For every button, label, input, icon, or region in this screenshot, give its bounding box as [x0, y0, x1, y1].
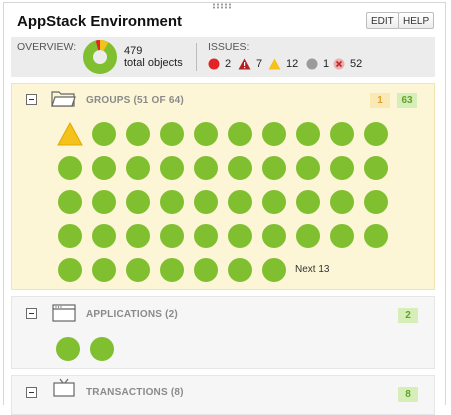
group-status-dot[interactable] [160, 190, 184, 214]
group-status-dot[interactable] [296, 156, 320, 180]
group-status-dot[interactable] [126, 258, 150, 282]
monitor-icon [53, 378, 75, 397]
application-status-dot[interactable] [90, 337, 114, 361]
issue-unknown[interactable]: 1 [306, 57, 329, 70]
group-status-dot[interactable] [194, 122, 218, 146]
issue-unreachable[interactable]: 52 [333, 57, 362, 70]
transactions-collapse-button[interactable] [26, 387, 37, 398]
issue-critical[interactable]: 2 [208, 57, 231, 70]
transactions-ok-badge[interactable]: 8 [398, 387, 418, 402]
group-status-dot[interactable] [126, 224, 150, 248]
overview-bar: OVERVIEW: 479 total objects ISSUES: 2 7 … [11, 37, 435, 77]
group-status-dot[interactable] [194, 190, 218, 214]
group-status-dot[interactable] [126, 156, 150, 180]
group-status-dot[interactable] [126, 190, 150, 214]
groups-title[interactable]: GROUPS (51 OF 64) [86, 95, 184, 106]
unknown-circle-icon [306, 58, 318, 69]
group-status-dot[interactable] [262, 190, 286, 214]
group-status-dot[interactable] [126, 122, 150, 146]
group-status-dot[interactable] [364, 122, 388, 146]
groups-collapse-button[interactable] [26, 94, 37, 105]
groups-section: GROUPS (51 OF 64) 1 63 Next 13 [11, 83, 435, 290]
group-status-dot[interactable] [58, 258, 82, 282]
group-status-dot[interactable] [262, 258, 286, 282]
issue-warning-count: 12 [286, 57, 299, 70]
edit-button[interactable]: EDIT [366, 12, 399, 29]
applications-ok-badge[interactable]: 2 [398, 308, 418, 323]
issue-critical-count: 2 [225, 57, 232, 70]
group-status-dot[interactable] [92, 190, 116, 214]
total-objects[interactable]: 479 total objects [124, 45, 183, 69]
group-status-dot[interactable] [228, 258, 252, 282]
widget-title: AppStack Environment [17, 13, 183, 30]
group-status-dot[interactable] [194, 224, 218, 248]
group-status-dot[interactable] [228, 156, 252, 180]
group-status-dot[interactable] [160, 258, 184, 282]
group-status-dot[interactable] [262, 224, 286, 248]
issue-down-count: 7 [256, 57, 263, 70]
critical-triangle-icon [238, 58, 251, 69]
group-status-dot[interactable] [194, 156, 218, 180]
group-warning-icon[interactable] [57, 122, 83, 146]
groups-ok-badge[interactable]: 63 [397, 93, 417, 108]
group-status-dot[interactable] [160, 224, 184, 248]
group-status-dot[interactable] [92, 258, 116, 282]
warning-triangle-icon [268, 58, 281, 69]
window-icon [52, 304, 76, 322]
group-status-dot[interactable] [262, 156, 286, 180]
group-status-dot[interactable] [330, 156, 354, 180]
group-status-dot[interactable] [296, 122, 320, 146]
transactions-title[interactable]: TRANSACTIONS (8) [86, 387, 184, 398]
issue-unknown-count: 1 [323, 57, 330, 70]
issue-down[interactable]: 7 [238, 57, 262, 70]
group-status-dot[interactable] [58, 224, 82, 248]
group-status-dot[interactable] [58, 156, 82, 180]
group-status-dot[interactable] [364, 156, 388, 180]
issues-label: ISSUES: [208, 41, 250, 53]
applications-title[interactable]: APPLICATIONS (2) [86, 309, 178, 320]
applications-collapse-button[interactable] [26, 308, 37, 319]
group-status-dot[interactable] [92, 122, 116, 146]
divider [196, 43, 197, 71]
application-status-dot[interactable] [56, 337, 80, 361]
status-donut-chart[interactable] [83, 40, 117, 74]
group-status-dot[interactable] [262, 122, 286, 146]
total-objects-caption: total objects [124, 57, 183, 69]
group-status-dot[interactable] [296, 224, 320, 248]
group-status-dot[interactable] [58, 190, 82, 214]
applications-section: APPLICATIONS (2) 2 [11, 296, 435, 369]
help-button[interactable]: HELP [398, 12, 435, 29]
unreachable-circle-icon [333, 58, 345, 69]
issue-unreachable-count: 52 [350, 57, 363, 70]
folder-icon [51, 91, 76, 107]
drag-handle[interactable] [212, 3, 232, 9]
group-status-dot[interactable] [296, 190, 320, 214]
group-status-dot[interactable] [364, 190, 388, 214]
groups-warning-badge[interactable]: 1 [370, 93, 390, 108]
group-status-dot[interactable] [228, 190, 252, 214]
critical-circle-icon [208, 58, 220, 69]
total-objects-count: 479 [124, 45, 143, 57]
transactions-section: TRANSACTIONS (8) 8 [11, 375, 435, 415]
overview-label: OVERVIEW: [17, 41, 77, 53]
group-status-dot[interactable] [228, 224, 252, 248]
next-13-link[interactable]: Next 13 [295, 264, 329, 275]
group-status-dot[interactable] [92, 156, 116, 180]
group-status-dot[interactable] [364, 224, 388, 248]
group-status-dot[interactable] [330, 224, 354, 248]
issue-warning[interactable]: 12 [268, 57, 298, 70]
group-status-dot[interactable] [160, 156, 184, 180]
group-status-dot[interactable] [330, 122, 354, 146]
group-status-dot[interactable] [194, 258, 218, 282]
group-status-dot[interactable] [330, 190, 354, 214]
group-status-dot[interactable] [160, 122, 184, 146]
group-status-dot[interactable] [92, 224, 116, 248]
group-status-dot[interactable] [228, 122, 252, 146]
